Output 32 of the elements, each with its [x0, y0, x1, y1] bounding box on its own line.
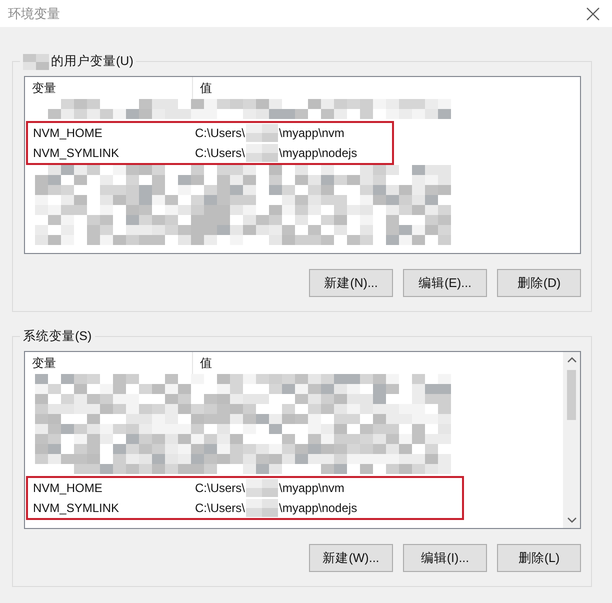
window-title: 环境变量 — [8, 4, 60, 22]
redaction-mosaic — [246, 144, 278, 162]
scrollbar[interactable] — [563, 352, 580, 528]
dialog-button[interactable]: 删除(D) — [497, 269, 581, 297]
variable-value: \myapp\nvm — [279, 481, 344, 495]
redaction-mosaic — [246, 479, 278, 497]
column-header[interactable]: 值 — [193, 352, 563, 374]
dialog-button[interactable]: 新建(N)... — [309, 269, 393, 297]
variable-name: NVM_HOME — [32, 126, 104, 140]
dialog-button[interactable]: 删除(L) — [497, 544, 581, 572]
variable-name: NVM_SYMLINK — [32, 501, 120, 515]
group-title: 的用户变量(U) — [51, 53, 134, 70]
variable-value: \myapp\nodejs — [279, 146, 358, 160]
variable-value: \myapp\nodejs — [279, 501, 358, 515]
close-icon[interactable] — [586, 6, 600, 20]
column-header[interactable]: 值 — [193, 77, 580, 99]
scroll-thumb[interactable] — [567, 370, 576, 420]
variable-value: \myapp\nvm — [279, 126, 344, 140]
dialog-button[interactable]: 新建(W)... — [309, 544, 393, 572]
variable-value: C:\Users\ — [195, 501, 246, 515]
redaction-mosaic — [246, 499, 278, 517]
dialog-button[interactable]: 编辑(E)... — [403, 269, 487, 297]
variable-value: C:\Users\ — [195, 481, 246, 495]
variable-name: NVM_SYMLINK — [32, 146, 120, 160]
scroll-up-icon[interactable] — [566, 356, 576, 364]
group-title: 系统变量(S) — [23, 328, 92, 345]
scroll-down-icon[interactable] — [566, 516, 576, 524]
variable-name: NVM_HOME — [32, 481, 104, 495]
variable-value: C:\Users\ — [195, 146, 246, 160]
variable-value: C:\Users\ — [195, 126, 246, 140]
dialog-button[interactable]: 编辑(I)... — [403, 544, 487, 572]
redaction-mosaic — [246, 124, 278, 142]
